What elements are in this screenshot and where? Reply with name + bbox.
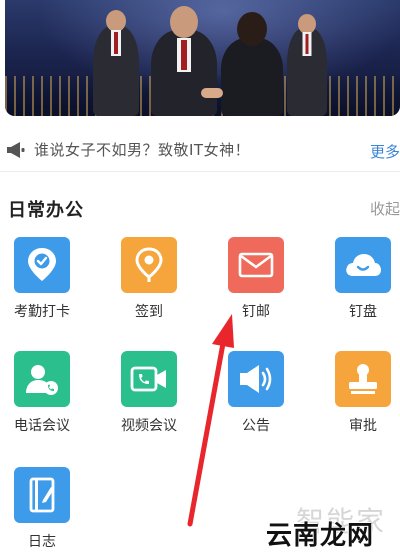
app-video-conference[interactable]: 视频会议 bbox=[104, 351, 194, 441]
app-tile[interactable] bbox=[14, 237, 70, 293]
notebook-icon bbox=[29, 477, 55, 513]
banner-image[interactable] bbox=[5, 0, 400, 116]
stamp-icon bbox=[349, 364, 377, 394]
app-phone-conference[interactable]: 电话会议 bbox=[0, 351, 87, 441]
app-label: 电话会议 bbox=[14, 418, 70, 434]
phone-contact-icon bbox=[26, 365, 58, 395]
more-link[interactable]: 更多 bbox=[370, 141, 400, 162]
mail-icon bbox=[238, 252, 274, 278]
app-approval[interactable]: 审批 bbox=[318, 351, 400, 441]
app-tile[interactable] bbox=[14, 351, 70, 407]
banner-person-left bbox=[93, 10, 139, 116]
location-check-icon bbox=[28, 248, 56, 281]
app-tile[interactable] bbox=[121, 351, 177, 407]
app-ding-mail[interactable]: 钉邮 bbox=[211, 237, 301, 327]
megaphone-icon bbox=[240, 365, 272, 393]
app-tile[interactable] bbox=[335, 351, 391, 407]
megaphone-icon bbox=[7, 142, 25, 158]
app-tile[interactable] bbox=[121, 237, 177, 293]
announcement-text[interactable]: 谁说女子不如男？致敬IT女神！ bbox=[34, 139, 250, 160]
app-daily-log[interactable]: 日志 bbox=[0, 467, 87, 557]
app-label: 钉邮 bbox=[242, 304, 270, 320]
banner-person-woman bbox=[221, 12, 283, 116]
app-tile[interactable] bbox=[228, 237, 284, 293]
app-label: 考勤打卡 bbox=[14, 304, 70, 320]
banner-person-right bbox=[287, 14, 327, 116]
app-tile[interactable] bbox=[335, 237, 391, 293]
app-label: 日志 bbox=[28, 534, 56, 550]
cloud-icon bbox=[346, 254, 381, 276]
banner-person-center bbox=[151, 6, 217, 116]
app-label: 视频会议 bbox=[121, 418, 177, 434]
app-ding-disk[interactable]: 钉盘 bbox=[318, 237, 400, 327]
app-label: 公告 bbox=[242, 418, 270, 434]
app-announcement[interactable]: 公告 bbox=[211, 351, 301, 441]
section-title: 日常办公 bbox=[8, 200, 84, 221]
announcement-bar[interactable]: 谁说女子不如男？致敬IT女神！ 更多 bbox=[0, 128, 400, 172]
video-call-icon bbox=[130, 366, 166, 392]
banner-handshake bbox=[201, 88, 223, 98]
watermark-site: 云南龙网 bbox=[266, 521, 375, 551]
app-tile[interactable] bbox=[228, 351, 284, 407]
app-checkin[interactable]: 签到 bbox=[104, 237, 194, 327]
app-tile[interactable] bbox=[14, 467, 70, 523]
collapse-link[interactable]: 收起 bbox=[370, 198, 400, 219]
app-attendance[interactable]: 考勤打卡 bbox=[0, 237, 87, 327]
location-pin-icon bbox=[135, 247, 163, 282]
app-label: 审批 bbox=[349, 418, 377, 434]
app-label: 钉盘 bbox=[349, 304, 377, 320]
app-label: 签到 bbox=[135, 304, 163, 320]
